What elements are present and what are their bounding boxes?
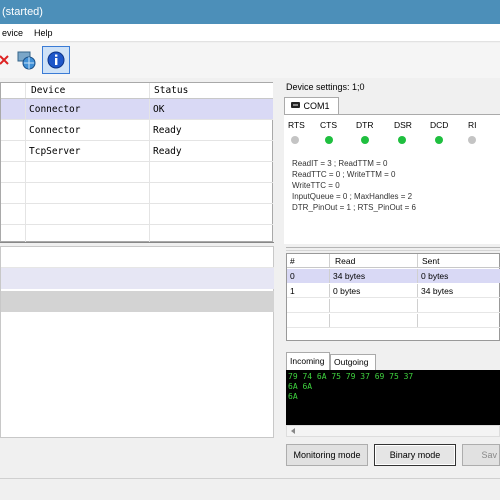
signal-label-dtr: DTR	[356, 120, 374, 130]
info-line: InputQueue = 0 ; MaxHandles = 2	[292, 192, 413, 201]
globe-network-icon	[17, 51, 36, 70]
row-device: Connector	[29, 125, 81, 136]
binary-mode-button[interactable]: Binary mode	[374, 444, 456, 466]
row-status: Ready	[153, 146, 182, 157]
row-sent: 34 bytes	[421, 286, 454, 296]
panel-splitter[interactable]	[286, 247, 500, 251]
tab-com1-label: COM1	[303, 101, 330, 111]
table-row[interactable]: 1 0 bytes 34 bytes	[287, 284, 500, 298]
row-num: 1	[290, 286, 295, 296]
row-device: Connector	[29, 104, 81, 115]
row-read: 34 bytes	[333, 271, 366, 281]
menu-device[interactable]: evice	[2, 28, 23, 38]
devices-table: Device Status Connector OK Connector Rea…	[0, 82, 273, 246]
status-bar	[0, 478, 500, 500]
row-status: Ready	[153, 125, 182, 136]
table-row-empty	[287, 314, 500, 328]
table-row[interactable]: 0 34 bytes 0 bytes	[287, 269, 500, 283]
delete-icon	[0, 55, 9, 65]
header-num[interactable]: #	[290, 256, 295, 266]
info-button[interactable]	[42, 46, 70, 74]
info-icon	[47, 51, 65, 69]
row-status: OK	[153, 104, 165, 115]
table-row[interactable]: Connector OK	[1, 99, 273, 120]
row-read: 0 bytes	[333, 286, 361, 296]
horizontal-scrollbar[interactable]	[286, 425, 500, 437]
table-row-empty	[1, 204, 273, 225]
row-sent: 0 bytes	[421, 271, 449, 281]
dtr-led	[361, 136, 369, 144]
com1-tab-content	[284, 114, 500, 244]
tab-incoming[interactable]: Incoming	[286, 352, 330, 370]
info-line: WriteTTC = 0	[292, 181, 340, 190]
window-title: (started)	[2, 6, 43, 18]
table-row[interactable]: Connector Ready	[1, 120, 273, 141]
ports-table-header: # Read Sent	[287, 254, 500, 268]
header-read[interactable]: Read	[335, 256, 355, 266]
dsr-led	[398, 136, 406, 144]
list-item-selected[interactable]	[1, 268, 274, 289]
signal-label-rts: RTS	[288, 120, 305, 130]
console-line: 6A	[288, 392, 298, 401]
device-settings-label: Device settings: 1;0	[286, 82, 365, 92]
delete-button[interactable]	[0, 47, 10, 73]
cts-led	[325, 136, 333, 144]
tab-outgoing[interactable]: Outgoing	[330, 354, 376, 370]
console-line: 79 74 6A 75 79 37 69 75 37	[288, 372, 414, 381]
rts-led	[291, 136, 299, 144]
header-device[interactable]: Device	[31, 85, 65, 96]
menu-help[interactable]: Help	[34, 28, 53, 38]
signal-label-dsr: DSR	[394, 120, 412, 130]
info-line: ReadTTC = 0 ; WriteTTM = 0	[292, 170, 396, 179]
list-item[interactable]	[1, 247, 274, 268]
monitoring-mode-button[interactable]: Monitoring mode	[286, 444, 368, 466]
incoming-console[interactable]: 79 74 6A 75 79 37 69 75 37 6A 6A 6A	[286, 370, 500, 429]
header-sent[interactable]: Sent	[422, 256, 440, 266]
table-row-empty	[287, 299, 500, 313]
tab-com1[interactable]: COM1	[284, 97, 339, 115]
row-num: 0	[290, 271, 295, 281]
scroll-left-arrow-icon[interactable]	[289, 426, 297, 436]
device-panel: Device settings: 1;0 COM1 RTS CTS DTR DS…	[282, 80, 500, 470]
console-line: 6A 6A	[288, 382, 313, 391]
log-list	[0, 246, 274, 438]
toolbar	[0, 43, 500, 78]
table-header: Device Status	[1, 83, 273, 99]
table-row-empty	[1, 183, 273, 204]
table-row-empty	[1, 162, 273, 183]
title-bar: (started)	[0, 0, 500, 24]
dcd-led	[435, 136, 443, 144]
signal-label-dcd: DCD	[430, 120, 449, 130]
signal-label-cts: CTS	[320, 120, 337, 130]
network-button[interactable]	[14, 47, 38, 73]
table-row[interactable]: TcpServer Ready	[1, 141, 273, 162]
ri-led	[468, 136, 476, 144]
menu-bar: evice Help	[0, 24, 500, 42]
serial-port-icon	[291, 101, 301, 111]
list-item[interactable]	[1, 291, 274, 312]
info-line: ReadIT = 3 ; ReadTTM = 0	[292, 159, 388, 168]
info-line: DTR_PinOut = 1 ; RTS_PinOut = 6	[292, 203, 416, 212]
save-button[interactable]: Sav	[462, 444, 500, 466]
signal-label-ri: RI	[468, 120, 477, 130]
ports-table: # Read Sent 0 34 bytes 0 bytes 1 0 bytes…	[286, 253, 500, 341]
header-status[interactable]: Status	[154, 85, 188, 96]
row-device: TcpServer	[29, 146, 81, 157]
